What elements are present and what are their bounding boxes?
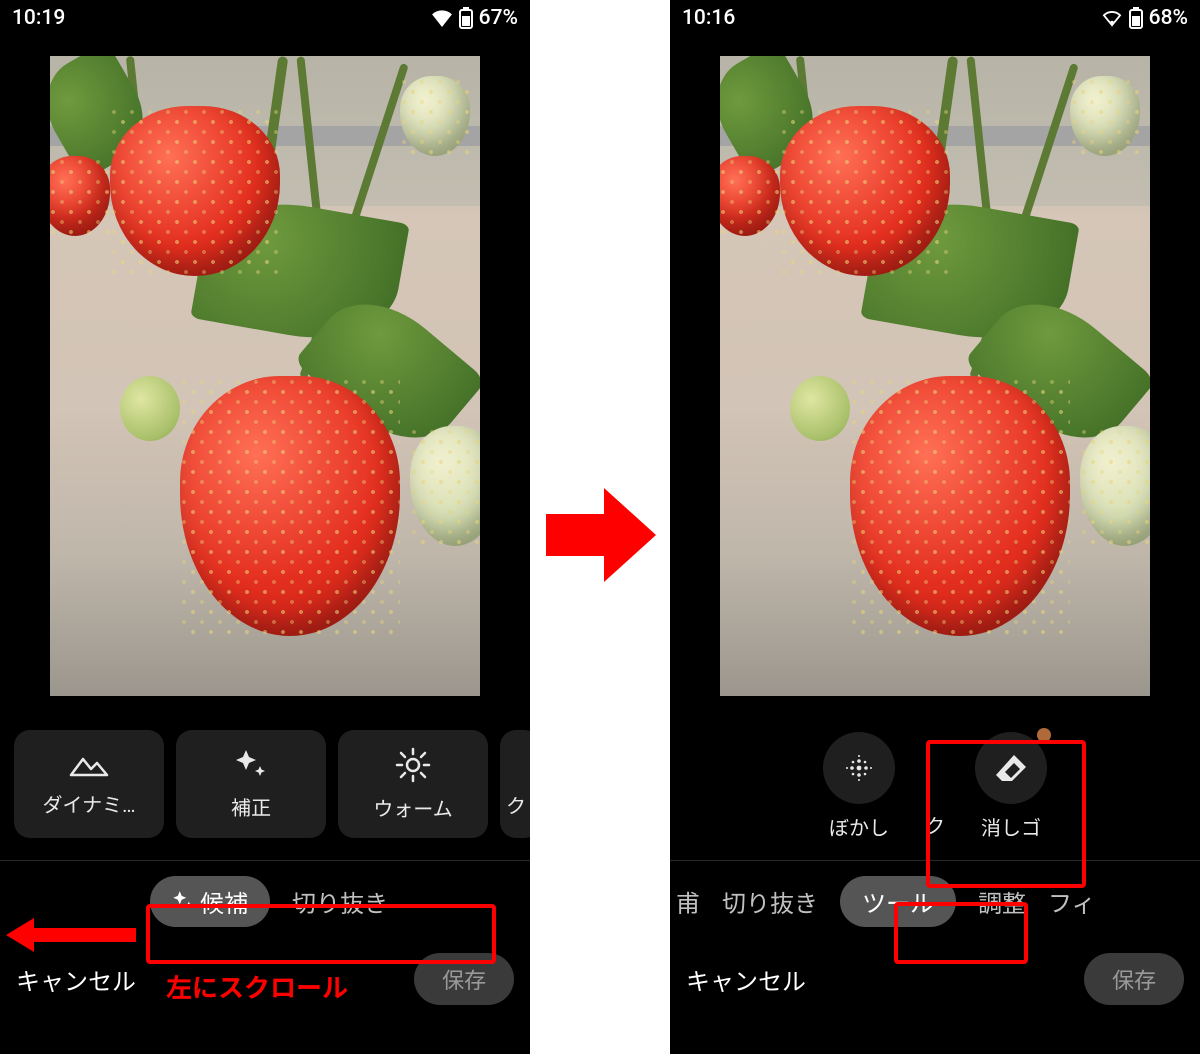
- clock: 10:19: [12, 6, 65, 30]
- clock: 10:16: [682, 6, 735, 30]
- photo-strawberries: [720, 56, 1150, 696]
- phone-screen-left: 10:19 67%: [0, 0, 530, 1054]
- save-button[interactable]: 保存: [1084, 953, 1184, 1005]
- photo-canvas[interactable]: [0, 36, 530, 716]
- tab-crop[interactable]: 切り抜き: [722, 884, 818, 919]
- tab-partial-first[interactable]: 甫: [676, 884, 700, 919]
- phone-screen-right: 10:16 68% ぼかし: [670, 0, 1200, 1054]
- wifi-icon: [1101, 9, 1123, 27]
- annotation-tools-tab-highlight: [894, 902, 1028, 964]
- annotation-tabs-highlight: [146, 904, 496, 964]
- status-bar: 10:19 67%: [0, 0, 530, 36]
- chip-warm[interactable]: ウォーム: [338, 730, 488, 838]
- annotation-scroll-hint: 左にスクロール: [166, 968, 348, 1005]
- tool-label: ぼかし: [829, 812, 889, 841]
- battery-icon: [1129, 7, 1143, 29]
- cancel-button[interactable]: キャンセル: [686, 962, 806, 997]
- annotation-right-arrow-icon: [546, 480, 656, 590]
- brightness-icon: [395, 747, 431, 783]
- battery-percent: 67%: [479, 6, 518, 30]
- sparkle-icon: [234, 748, 268, 782]
- chip-label: 補正: [231, 792, 271, 821]
- wifi-icon: [431, 9, 453, 27]
- blur-icon: [823, 732, 895, 804]
- chip-label: ク: [506, 790, 526, 819]
- photo-strawberries: [50, 56, 480, 696]
- cancel-button[interactable]: キャンセル: [16, 962, 136, 997]
- annotation-left-arrow-icon: [6, 918, 136, 952]
- battery-percent: 68%: [1149, 6, 1188, 30]
- suggestion-chips-row[interactable]: ダイナミ… 補正 ウォーム ク: [0, 716, 530, 856]
- status-icons: 67%: [431, 6, 518, 30]
- tool-blur[interactable]: ぼかし: [823, 732, 895, 841]
- chip-partial[interactable]: ク: [500, 730, 530, 838]
- tab-partial-last[interactable]: フィ: [1048, 884, 1096, 919]
- chip-enhance[interactable]: 補正: [176, 730, 326, 838]
- chip-dynamic[interactable]: ダイナミ…: [14, 730, 164, 838]
- chip-label: ダイナミ…: [43, 789, 136, 818]
- status-icons: 68%: [1101, 6, 1188, 30]
- status-bar: 10:16 68%: [670, 0, 1200, 36]
- chip-label: ウォーム: [373, 793, 452, 822]
- annotation-eraser-highlight: [926, 740, 1086, 888]
- landscape-icon: [69, 751, 109, 779]
- battery-icon: [459, 7, 473, 29]
- photo-canvas[interactable]: [670, 36, 1200, 716]
